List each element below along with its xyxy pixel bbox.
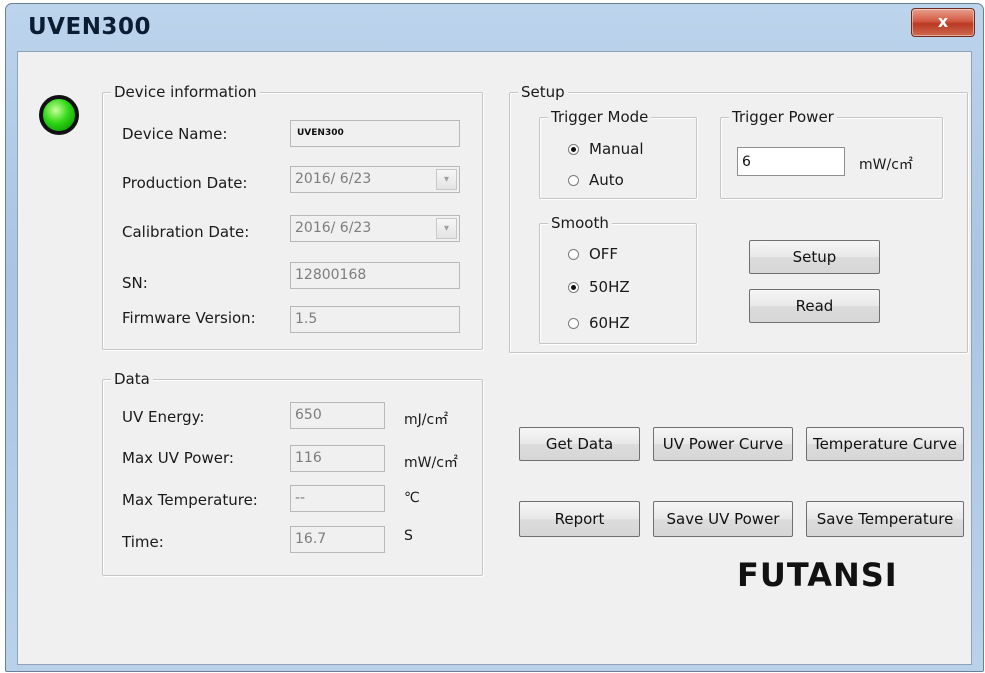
group-legend: Data <box>111 370 153 388</box>
read-button[interactable]: Read <box>749 289 880 323</box>
temperature-curve-button[interactable]: Temperature Curve <box>806 427 964 461</box>
radio-indicator[interactable] <box>568 175 579 186</box>
firmware-version-label: Firmware Version: <box>122 309 256 327</box>
trigger-power-input[interactable] <box>737 147 845 176</box>
radio-indicator[interactable] <box>568 318 579 329</box>
chevron-down-icon[interactable]: ▾ <box>436 169 457 190</box>
firmware-version-field: 1.5 <box>290 306 460 333</box>
production-date-value: 2016/ 6/23 <box>295 171 372 187</box>
max-uv-power-unit: mW/c㎡ <box>404 455 458 471</box>
get-data-button[interactable]: Get Data <box>519 427 640 461</box>
production-date-label: Production Date: <box>122 174 248 192</box>
max-temperature-unit: ℃ <box>404 490 420 506</box>
time-field: 16.7 <box>290 526 385 553</box>
max-uv-power-field: 116 <box>290 445 385 472</box>
save-temperature-button[interactable]: Save Temperature <box>806 501 964 537</box>
uv-energy-field: 650 <box>290 402 385 429</box>
production-date-picker[interactable]: 2016/ 6/23 ▾ <box>290 166 460 193</box>
calibration-date-picker[interactable]: 2016/ 6/23 ▾ <box>290 215 460 242</box>
group-legend: Smooth <box>548 214 612 232</box>
chevron-down-icon[interactable]: ▾ <box>436 218 457 239</box>
group-legend: Trigger Power <box>729 108 837 126</box>
radio-label: Auto <box>589 171 624 189</box>
time-label: Time: <box>122 533 164 551</box>
radio-label: 60HZ <box>589 314 630 332</box>
device-name-field: UVEN300 <box>290 120 460 147</box>
save-uv-power-button[interactable]: Save UV Power <box>653 501 793 537</box>
group-legend: Device information <box>111 83 260 101</box>
max-uv-power-label: Max UV Power: <box>122 449 234 467</box>
max-temperature-field: -- <box>290 485 385 512</box>
uv-energy-label: UV Energy: <box>122 408 205 426</box>
brand-logo-text: FUTANSI <box>737 556 898 594</box>
status-led-icon <box>39 95 79 135</box>
radio-label: Manual <box>589 140 644 158</box>
report-button[interactable]: Report <box>519 501 640 537</box>
radio-indicator[interactable] <box>568 144 579 155</box>
calibration-date-label: Calibration Date: <box>122 223 250 241</box>
trigger-power-unit: mW/c㎡ <box>859 157 913 173</box>
radio-label: OFF <box>589 245 619 263</box>
calibration-date-value: 2016/ 6/23 <box>295 220 372 236</box>
uv-power-curve-button[interactable]: UV Power Curve <box>653 427 793 461</box>
device-name-label: Device Name: <box>122 125 228 143</box>
group-legend: Trigger Mode <box>548 108 652 126</box>
title-bar[interactable]: UVEN300 x <box>6 4 983 48</box>
group-legend: Setup <box>518 83 568 101</box>
max-temperature-label: Max Temperature: <box>122 491 258 509</box>
sn-field: 12800168 <box>290 262 460 289</box>
uv-energy-unit: mJ/c㎡ <box>404 412 449 428</box>
time-unit: S <box>404 528 413 544</box>
radio-indicator[interactable] <box>568 282 579 293</box>
window-title: UVEN300 <box>28 14 151 40</box>
radio-label: 50HZ <box>589 278 630 296</box>
radio-indicator[interactable] <box>568 249 579 260</box>
close-icon: x <box>937 12 949 31</box>
setup-button[interactable]: Setup <box>749 240 880 274</box>
sn-label: SN: <box>122 274 148 292</box>
close-button[interactable]: x <box>911 8 975 37</box>
